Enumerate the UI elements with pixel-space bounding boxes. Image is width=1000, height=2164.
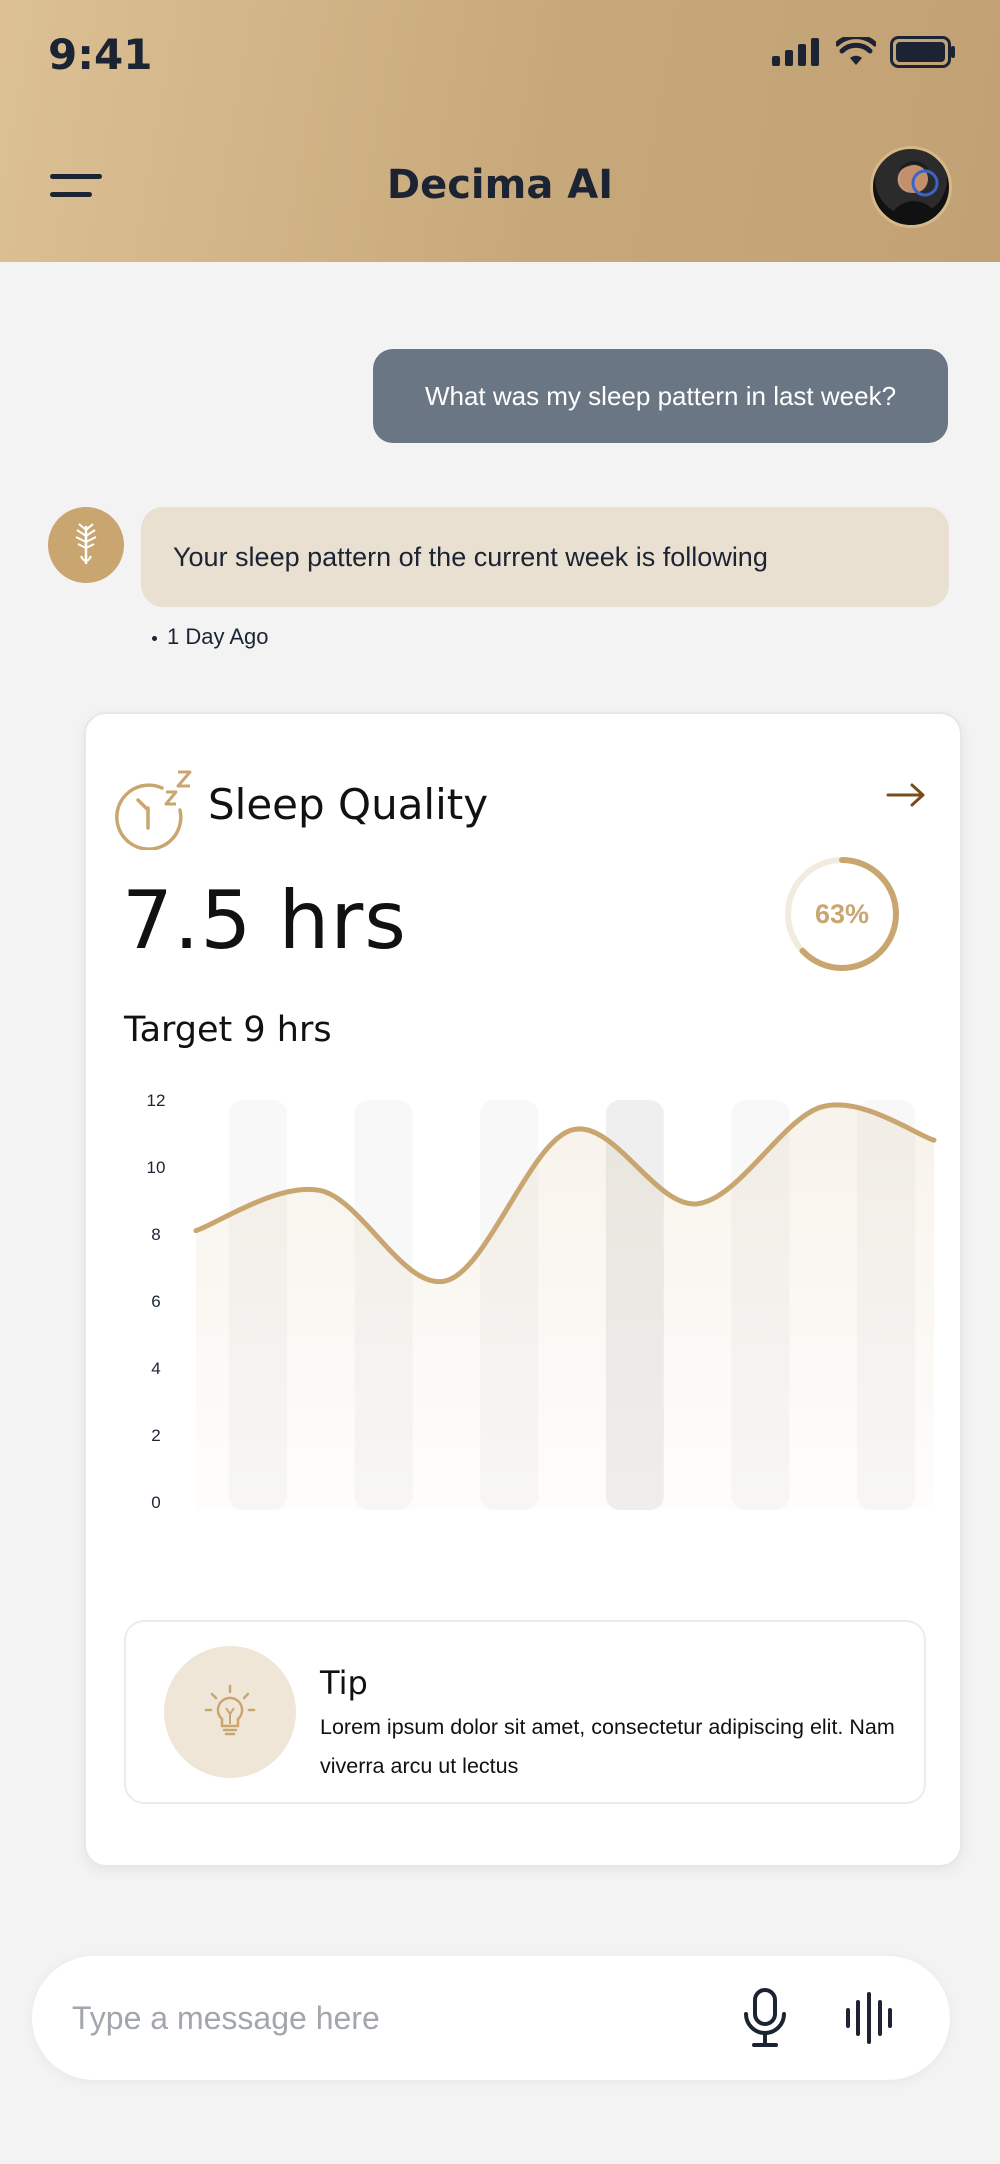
lightbulb-icon (204, 1684, 256, 1736)
y-tick-label: 4 (151, 1359, 160, 1378)
y-tick-label: 10 (147, 1158, 166, 1177)
tip-icon-circle (164, 1646, 296, 1778)
y-tick-label: 8 (151, 1225, 160, 1244)
tip-text: Lorem ipsum dolor sit amet, consectetur … (320, 1715, 895, 1778)
sleep-hours-value: 7.5 hrs (122, 874, 407, 967)
progress-label: 63% (814, 898, 870, 929)
app-header: 9:41 Decima AI (0, 0, 1000, 262)
message-input-bar (32, 1956, 950, 2080)
message-input[interactable] (72, 1988, 712, 2048)
user-message-bubble: What was my sleep pattern in last week? (373, 349, 948, 443)
user-avatar-icon (887, 161, 941, 225)
bot-message-bubble: Your sleep pattern of the current week i… (141, 507, 949, 607)
y-tick-label: 2 (151, 1426, 160, 1445)
message-timestamp: 1 Day Ago (152, 624, 269, 650)
status-icons (772, 36, 956, 68)
card-title: Sleep Quality (208, 780, 489, 829)
avatar[interactable] (870, 146, 952, 228)
voice-wave-icon[interactable] (844, 1992, 894, 2044)
bullet-dot (152, 635, 157, 641)
palm-logo-icon (75, 523, 97, 564)
target-hours: Target 9 hrs (124, 1010, 332, 1050)
sleep-quality-card: Sleep Quality 7.5 hrs 63% Target 9 hrs 0… (84, 712, 962, 1867)
y-tick-label: 6 (151, 1292, 160, 1311)
bot-avatar (48, 507, 124, 583)
tip-card: Tip Lorem ipsum dolor sit amet, consecte… (124, 1620, 926, 1804)
y-tick-label: 0 (151, 1493, 160, 1512)
chart-area-fill (196, 1104, 934, 1510)
tip-title: Tip (320, 1664, 368, 1702)
signal-icon (772, 38, 819, 66)
wifi-icon (836, 37, 876, 65)
timestamp-text: 1 Day Ago (167, 624, 269, 649)
microphone-icon[interactable] (740, 1988, 790, 2048)
sleep-chart: 024681012Day 01Day 02Day 03Day 04Day 05D… (147, 1091, 937, 1512)
arrow-right-icon[interactable] (886, 782, 926, 808)
sleep-icon (115, 770, 192, 850)
page-title: Decima AI (386, 162, 614, 208)
status-time: 9:41 (48, 30, 153, 79)
y-tick-label: 12 (147, 1091, 166, 1110)
battery-icon (890, 36, 955, 68)
